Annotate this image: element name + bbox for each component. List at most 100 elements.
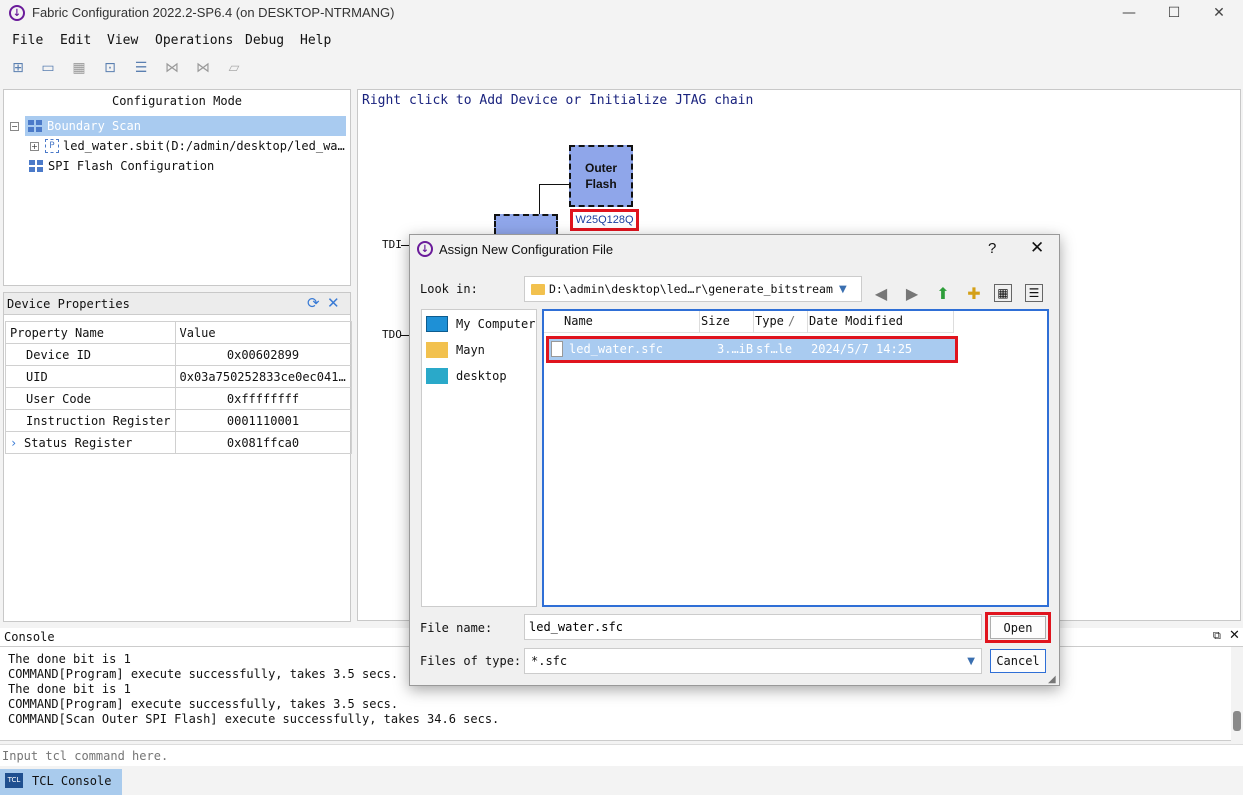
- file-name-label: File name:: [420, 621, 493, 635]
- tab-tcl-console[interactable]: TCL TCL Console: [0, 769, 122, 795]
- chip-icon: P: [45, 139, 59, 153]
- chain-icon[interactable]: ⋈: [162, 58, 182, 78]
- spi-flash-icon: [28, 159, 44, 173]
- menu-help[interactable]: Help: [300, 33, 331, 48]
- folder-icon: [426, 342, 448, 358]
- property-name: Status Register: [24, 435, 133, 450]
- up-folder-icon[interactable]: ⬆: [932, 282, 954, 304]
- title-bar: ↓ Fabric Configuration 2022.2-SP6.4 (on …: [0, 0, 1243, 26]
- memory-icon[interactable]: ▱: [224, 58, 244, 78]
- column-header: Value: [174, 321, 352, 344]
- property-value: 0xffffffff: [174, 387, 352, 410]
- collapse-icon[interactable]: −: [10, 121, 19, 131]
- dialog-app-icon: ↓: [417, 241, 433, 257]
- place-desktop[interactable]: desktop: [426, 368, 507, 384]
- column-type[interactable]: Type: [755, 314, 784, 328]
- scrollbar-thumb[interactable]: [1233, 711, 1241, 731]
- panel-title: Device Properties: [7, 297, 130, 311]
- close-icon[interactable]: ✕: [327, 294, 340, 312]
- device-properties-header: Device Properties ⟳ ✕: [4, 293, 350, 315]
- tree-item-boundary-scan[interactable]: − Boundary Scan: [10, 116, 350, 136]
- open-button[interactable]: Open: [990, 616, 1046, 639]
- close-button[interactable]: ✕: [1196, 0, 1242, 26]
- chip-icon[interactable]: ⊡: [100, 58, 120, 78]
- menu-file[interactable]: File: [12, 33, 43, 48]
- table-row[interactable]: Device ID 0x00602899: [5, 343, 352, 366]
- menu-view[interactable]: View: [107, 33, 138, 48]
- table-row[interactable]: User Code 0xffffffff: [5, 387, 352, 410]
- display-icon[interactable]: ▭: [38, 58, 58, 78]
- column-size[interactable]: Size: [701, 314, 730, 328]
- place-label: desktop: [456, 369, 507, 383]
- cancel-button[interactable]: Cancel: [990, 649, 1046, 673]
- tdo-label: TDO: [382, 328, 402, 341]
- menu-debug[interactable]: Debug: [245, 33, 284, 48]
- list-item[interactable]: led_water.sfc 3.…iB sf…le 2024/5/7 14:25: [549, 339, 955, 360]
- tcl-command-input[interactable]: [2, 746, 1240, 766]
- canvas-hint: Right click to Add Device or Initialize …: [362, 93, 754, 108]
- forward-icon[interactable]: ▶: [901, 282, 923, 304]
- file-type: sf…le: [756, 342, 793, 356]
- chevron-down-icon: ▼: [839, 283, 847, 295]
- place-my-computer[interactable]: My Computer: [426, 316, 535, 332]
- chevron-down-icon: ▼: [967, 655, 975, 667]
- detail-view-icon[interactable]: ☰: [1025, 284, 1043, 302]
- tdo-line: [401, 335, 409, 336]
- look-in-label: Look in:: [420, 282, 478, 296]
- tcl-input-bar: [0, 744, 1243, 766]
- tree-item-label: SPI Flash Configuration: [48, 159, 215, 173]
- desktop-icon: [426, 368, 448, 384]
- expand-chevron-icon[interactable]: ›: [10, 436, 24, 450]
- places-sidebar: My Computer Mayn desktop: [421, 309, 537, 607]
- look-in-combobox[interactable]: D:\admin\desktop\led…r\generate_bitstrea…: [524, 276, 862, 302]
- maximize-button[interactable]: ☐: [1151, 0, 1197, 26]
- dialog-close-button[interactable]: ✕: [1030, 238, 1044, 258]
- table-row[interactable]: UID 0x03a750252833ce0ec0411…: [5, 365, 352, 388]
- list-view-icon[interactable]: ▦: [994, 284, 1012, 302]
- toolbar: ⊞ ▭ ▦ ⊡ ☰ ⋈ ⋈ ▱: [0, 58, 260, 82]
- property-value: 0x081ffca0: [174, 431, 352, 454]
- file-name-input[interactable]: [524, 614, 982, 640]
- tab-label: TCL Console: [32, 774, 112, 788]
- outer-flash-chip[interactable]: Outer Flash: [569, 145, 633, 207]
- column-name[interactable]: Name: [564, 314, 593, 328]
- back-icon[interactable]: ◀: [870, 282, 892, 304]
- minimize-button[interactable]: —: [1106, 0, 1152, 26]
- chain2-icon[interactable]: ⋈: [193, 58, 213, 78]
- property-name: User Code: [5, 387, 176, 410]
- file-type-value: *.sfc: [531, 654, 568, 668]
- restore-icon[interactable]: ⧉: [1213, 629, 1221, 643]
- file-type-label: Files of type:: [420, 654, 522, 668]
- table-row[interactable]: Instruction Register 0001110001: [5, 409, 352, 432]
- file-type-combobox[interactable]: *.sfc ▼: [524, 648, 982, 674]
- file-list-header: Name Size Type / Date Modified: [544, 311, 954, 333]
- fpga-chip[interactable]: [494, 214, 558, 234]
- flash-part-label: W25Q128Q: [570, 209, 639, 231]
- menu-operations[interactable]: Operations: [155, 33, 233, 48]
- table-row[interactable]: › Status Register 0x081ffca0: [5, 431, 352, 454]
- menu-edit[interactable]: Edit: [60, 33, 91, 48]
- property-value: 0001110001: [174, 409, 352, 432]
- close-icon[interactable]: ✕: [1229, 628, 1240, 643]
- console-scrollbar[interactable]: [1231, 647, 1243, 742]
- resize-grip-icon[interactable]: ◢: [1048, 674, 1056, 685]
- console-line: COMMAND[Program] execute successfully, t…: [8, 697, 399, 711]
- grid-icon[interactable]: ▦: [69, 58, 89, 78]
- list-icon[interactable]: ☰: [131, 58, 151, 78]
- column-date[interactable]: Date Modified: [809, 314, 903, 328]
- file-date: 2024/5/7 14:25: [811, 342, 913, 356]
- console-line: COMMAND[Scan Outer SPI Flash] execute su…: [8, 712, 500, 726]
- tree-item-sbit-file[interactable]: + P led_water.sbit(D:/admin/desktop/led_…: [30, 136, 350, 156]
- new-folder-icon[interactable]: ✚: [963, 282, 985, 304]
- console-line: The done bit is 1: [8, 652, 131, 666]
- tree-item-spi-flash[interactable]: SPI Flash Configuration: [28, 156, 214, 176]
- place-mayn[interactable]: Mayn: [426, 342, 485, 358]
- refresh-icon[interactable]: ⟳: [307, 294, 320, 312]
- boundary-scan-icon[interactable]: ⊞: [8, 58, 28, 78]
- look-in-path: D:\admin\desktop\led…r\generate_bitstrea…: [549, 282, 833, 296]
- help-button[interactable]: ?: [988, 240, 996, 257]
- computer-icon: [426, 316, 448, 332]
- expand-icon[interactable]: +: [30, 141, 39, 151]
- app-icon: ↓: [9, 5, 25, 21]
- file-list[interactable]: Name Size Type / Date Modified led_water…: [542, 309, 1049, 607]
